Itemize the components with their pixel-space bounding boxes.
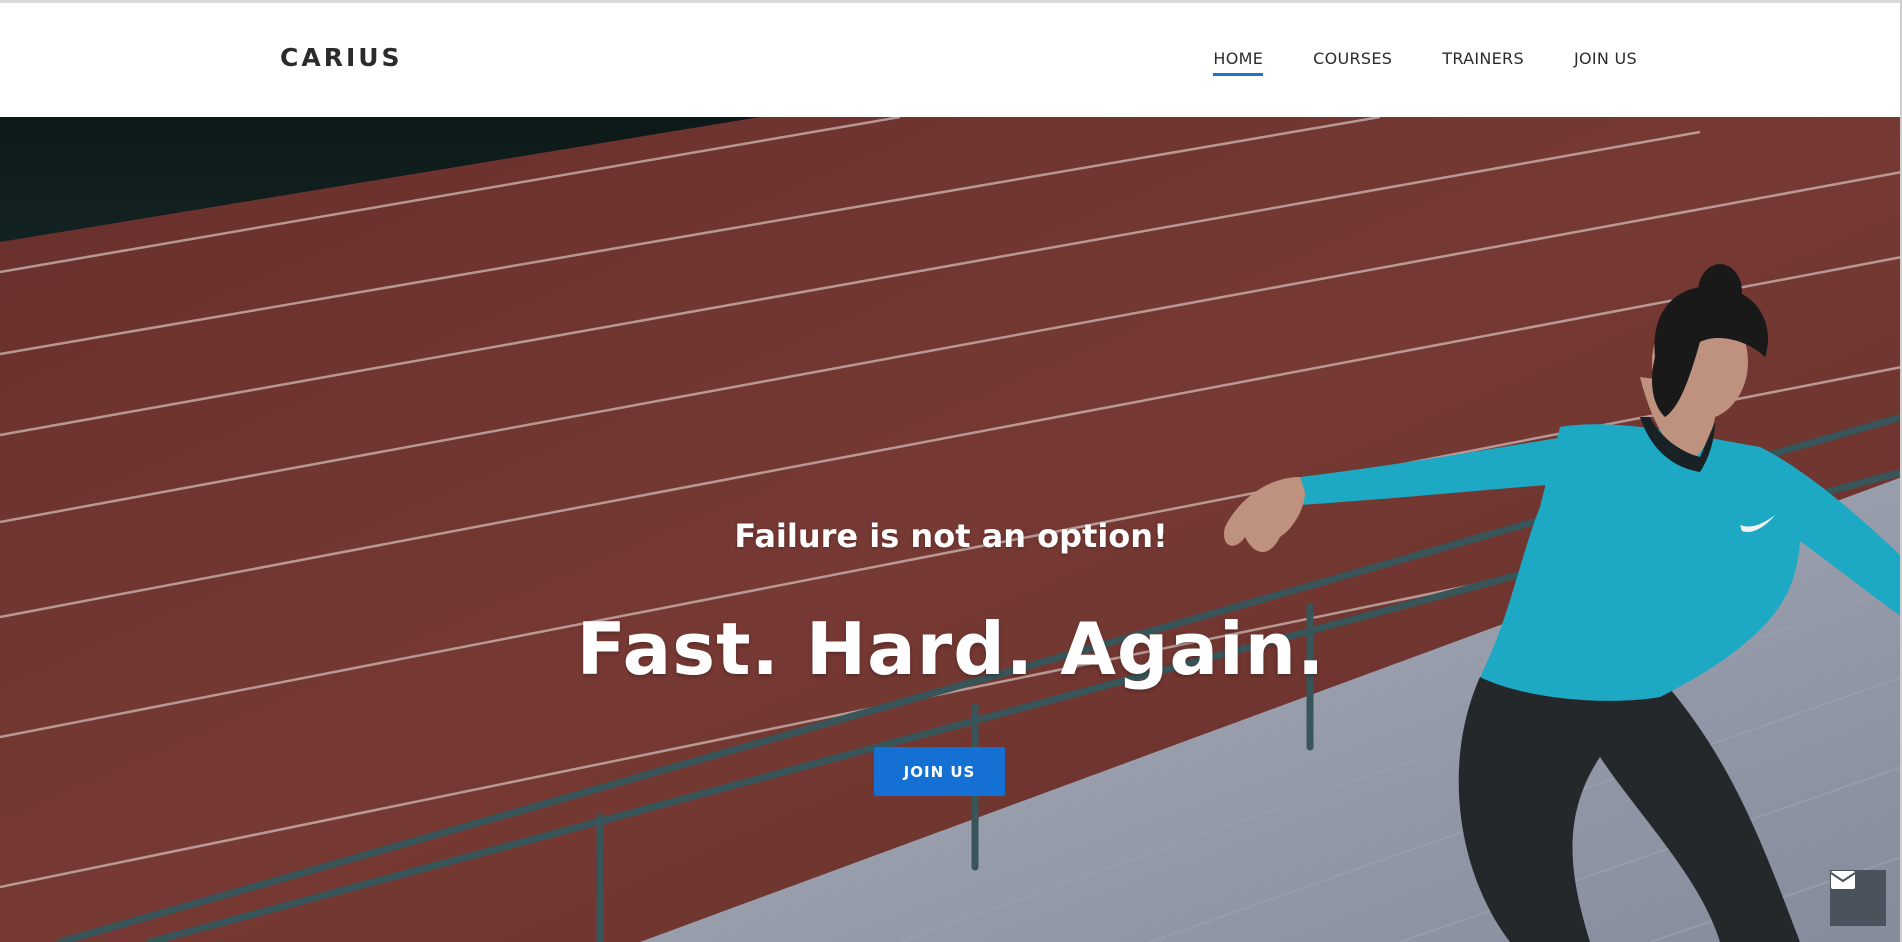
nav-item-join-us[interactable]: JOIN US: [1574, 49, 1637, 76]
page: CARIUS HOME COURSES TRAINERS JOIN US Fai…: [0, 0, 1902, 942]
logo[interactable]: CARIUS: [280, 43, 403, 72]
site-header: CARIUS HOME COURSES TRAINERS JOIN US: [0, 3, 1902, 117]
envelope-icon: [1830, 871, 1856, 889]
main-nav: HOME COURSES TRAINERS JOIN US: [1213, 49, 1637, 76]
nav-item-home[interactable]: HOME: [1213, 49, 1264, 76]
join-us-button[interactable]: JOIN US: [874, 747, 1005, 796]
hero-section: Failure is not an option! Fast. Hard. Ag…: [0, 117, 1902, 942]
hero-headline: Fast. Hard. Again.: [576, 607, 1326, 691]
contact-button[interactable]: [1830, 870, 1886, 926]
hero-content: Failure is not an option! Fast. Hard. Ag…: [0, 117, 1902, 942]
nav-item-trainers[interactable]: TRAINERS: [1442, 49, 1524, 76]
nav-item-courses[interactable]: COURSES: [1313, 49, 1392, 76]
hero-tagline: Failure is not an option!: [734, 517, 1168, 555]
